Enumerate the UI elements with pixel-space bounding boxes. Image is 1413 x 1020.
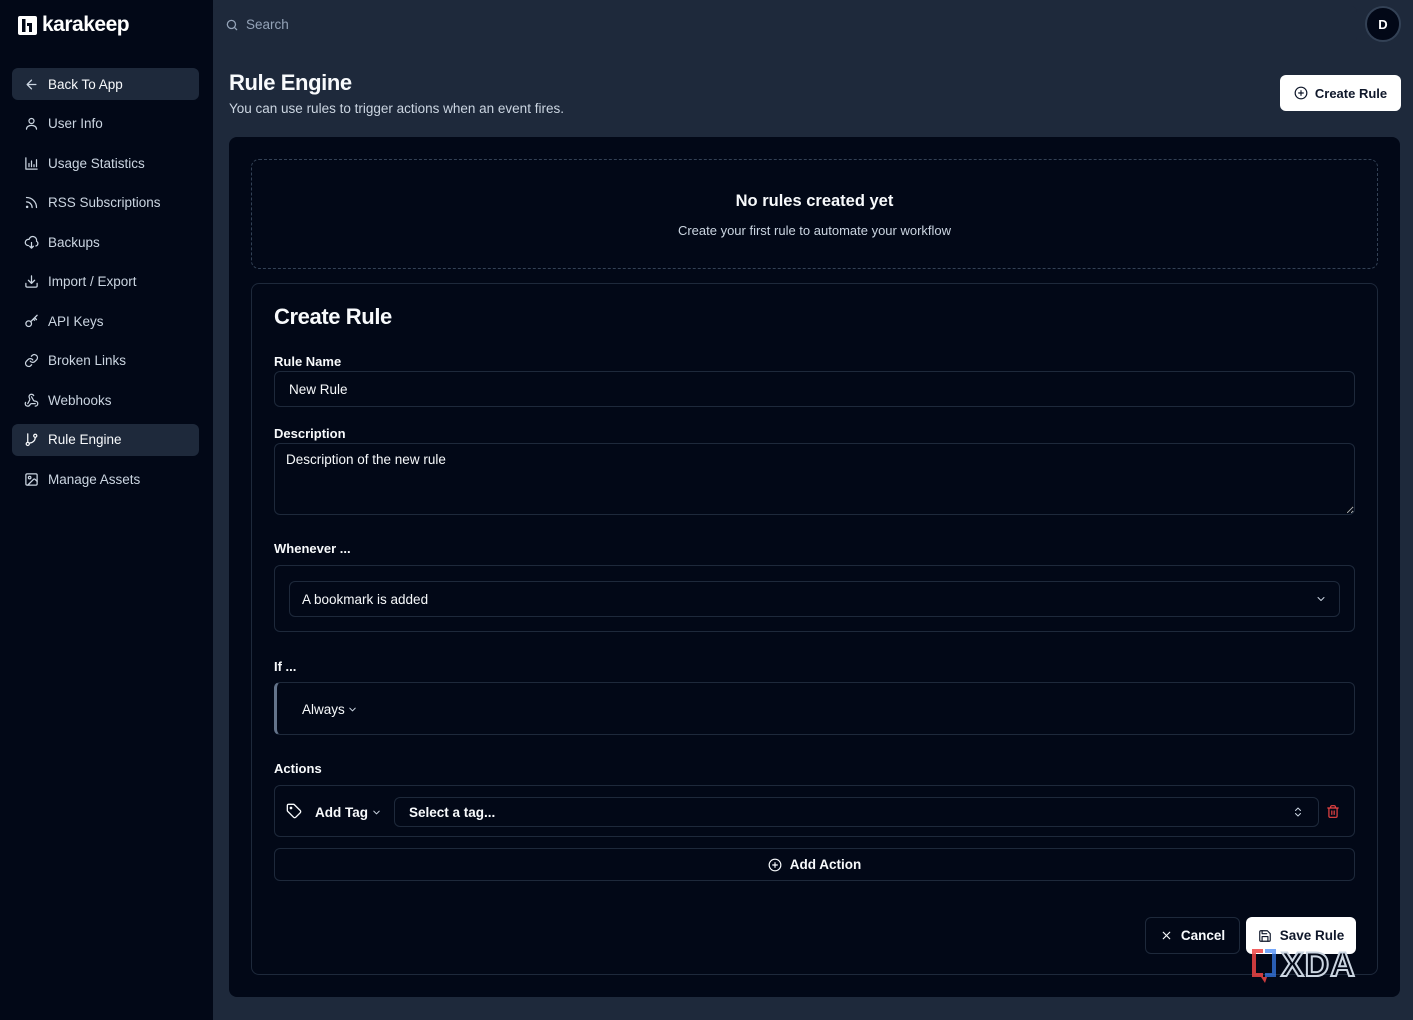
user-avatar[interactable]: D <box>1365 6 1401 42</box>
empty-state-subtitle: Create your first rule to automate your … <box>677 223 952 238</box>
user-icon <box>25 117 38 130</box>
whenever-label: Whenever ... <box>274 541 351 556</box>
sidebar-item-broken-links[interactable]: Broken Links <box>12 345 199 377</box>
sidebar-item-label: Broken Links <box>48 353 127 368</box>
git-branch-icon <box>25 433 38 447</box>
if-label: If ... <box>274 659 297 674</box>
search-bar[interactable] <box>214 6 1357 43</box>
image-icon <box>25 472 38 486</box>
cloud-download-icon <box>24 235 39 249</box>
chevron-down-icon <box>373 810 380 814</box>
sidebar: karakeep Back To App User Info Usage Sta… <box>0 0 213 1020</box>
event-select[interactable]: A bookmark is added <box>289 581 1340 617</box>
sidebar-item-label: API Keys <box>48 313 104 329</box>
plus-circle-icon <box>768 858 782 871</box>
close-icon <box>1162 931 1171 940</box>
sidebar-item-rss-subscriptions[interactable]: RSS Subscriptions <box>12 187 199 219</box>
rules-panel: No rules created yet Create your first r… <box>229 137 1400 997</box>
tag-select-placeholder: Select a tag... <box>409 804 496 820</box>
plus-circle-icon <box>1294 86 1308 100</box>
sidebar-item-label: Backups <box>48 234 100 250</box>
sidebar-item-label: RSS Subscriptions <box>48 195 161 210</box>
page-title: Rule Engine <box>229 70 352 95</box>
karakeep-logo-icon <box>18 15 37 35</box>
sidebar-item-import-export[interactable]: Import / Export <box>12 266 199 298</box>
settings-nav: Back To App User Info Usage Statistics R… <box>12 68 199 503</box>
sidebar-item-label: Back To App <box>48 76 123 92</box>
app-logo[interactable]: karakeep <box>17 12 130 38</box>
chevron-down-icon <box>349 707 356 711</box>
event-select-value: A bookmark is added <box>302 591 429 607</box>
sidebar-item-label: Usage Statistics <box>48 155 145 171</box>
save-icon <box>1258 929 1271 942</box>
event-group: A bookmark is added <box>274 565 1355 632</box>
download-icon <box>25 275 38 288</box>
xda-watermark: XDA <box>1249 943 1383 987</box>
sidebar-item-usage-statistics[interactable]: Usage Statistics <box>12 147 199 179</box>
sidebar-item-label: Manage Assets <box>48 471 141 487</box>
add-action-label: Add Action <box>789 857 862 872</box>
sidebar-item-label: Import / Export <box>48 274 137 289</box>
chevron-down-icon <box>1317 597 1325 601</box>
tag-icon <box>286 803 302 819</box>
rule-name-input[interactable] <box>274 371 1355 407</box>
sidebar-item-label: Webhooks <box>48 392 112 408</box>
trash-icon <box>1327 805 1339 818</box>
sidebar-item-api-keys[interactable]: API Keys <box>12 305 199 337</box>
description-textarea[interactable]: Description of the new rule <box>274 443 1355 515</box>
sidebar-item-backups[interactable]: Backups <box>12 226 199 258</box>
search-icon <box>226 19 238 30</box>
sidebar-item-label: Rule Engine <box>48 432 122 447</box>
search-input[interactable] <box>246 17 1326 32</box>
save-rule-label: Save Rule <box>1279 928 1345 943</box>
condition-value: Always <box>302 701 345 717</box>
rss-icon <box>25 196 38 209</box>
description-label: Description <box>274 426 346 441</box>
bar-chart-icon <box>25 156 38 170</box>
action-row: Add Tag Select a tag... <box>274 785 1355 837</box>
cancel-button[interactable]: Cancel <box>1145 917 1240 954</box>
sidebar-item-label: User Info <box>48 116 103 131</box>
empty-state: No rules created yet Create your first r… <box>251 159 1378 269</box>
link-icon <box>24 353 39 368</box>
condition-group: Always <box>274 682 1355 735</box>
tag-select[interactable]: Select a tag... <box>394 797 1319 827</box>
create-rule-form: Create Rule Rule Name Description Descri… <box>251 283 1378 975</box>
cancel-label: Cancel <box>1180 928 1226 943</box>
delete-action-button[interactable] <box>1326 804 1340 819</box>
action-type-value: Add Tag <box>315 804 368 820</box>
add-action-button[interactable]: Add Action <box>274 848 1355 881</box>
brand-name: karakeep <box>42 13 130 36</box>
xda-logo-icon <box>1252 949 1276 983</box>
webhook-icon <box>24 393 39 407</box>
sidebar-item-rule-engine[interactable]: Rule Engine <box>12 423 199 456</box>
sidebar-item-back-to-app[interactable]: Back To App <box>12 68 199 100</box>
rule-name-label: Rule Name <box>274 354 342 369</box>
sidebar-item-manage-assets[interactable]: Manage Assets <box>12 463 199 495</box>
sidebar-item-webhooks[interactable]: Webhooks <box>12 384 199 416</box>
chevrons-up-down-icon <box>1295 807 1301 817</box>
actions-label: Actions <box>274 761 322 776</box>
create-rule-label: Create Rule <box>1314 85 1388 101</box>
key-icon <box>25 314 38 327</box>
page-subtitle: You can use rules to trigger actions whe… <box>229 101 564 116</box>
arrow-left-icon <box>26 79 37 89</box>
create-rule-button[interactable]: Create Rule <box>1280 75 1401 111</box>
sidebar-item-user-info[interactable]: User Info <box>12 108 199 140</box>
empty-state-title: No rules created yet <box>735 192 894 210</box>
action-type-select[interactable]: Add Tag <box>315 801 382 823</box>
condition-select[interactable]: Always <box>302 698 358 720</box>
form-title: Create Rule <box>274 304 392 329</box>
watermark-text: XDA <box>1280 945 1356 985</box>
